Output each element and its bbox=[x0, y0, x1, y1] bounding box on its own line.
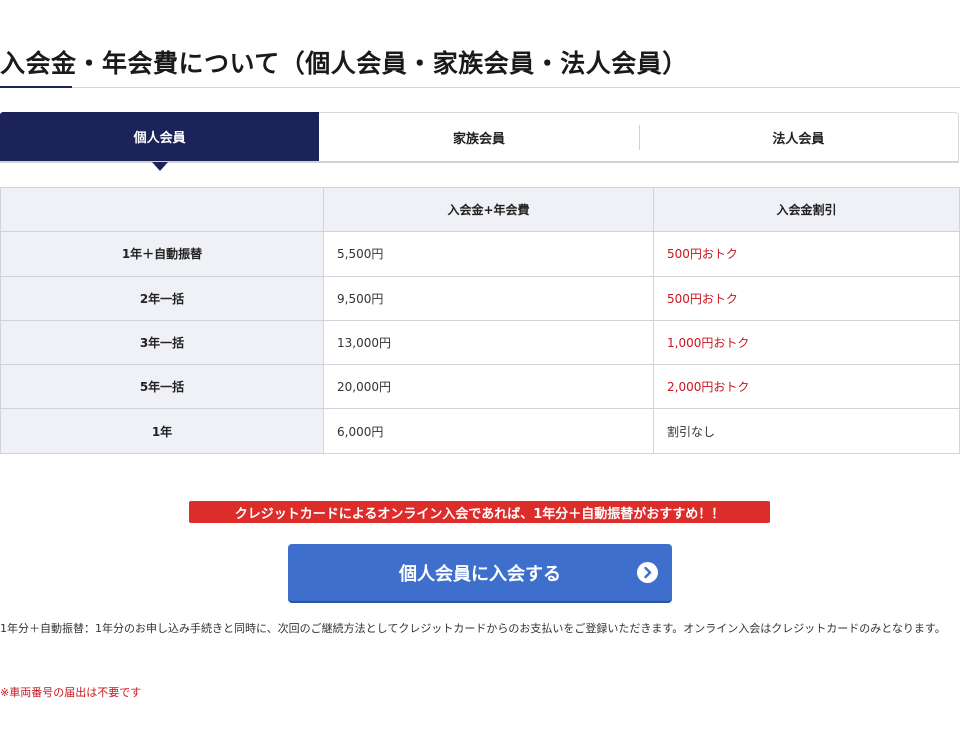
discount-cell: 500円おトク bbox=[653, 231, 960, 277]
table-row: 3年一括 13,000円 1,000円おトク bbox=[0, 319, 960, 366]
discount-cell: 2,000円おトク bbox=[653, 364, 960, 410]
tab-label: 個人会員 bbox=[133, 131, 186, 146]
join-button-label: 個人会員に入会する bbox=[399, 563, 561, 585]
plan-cell: 2年一括 bbox=[0, 275, 324, 321]
table-row: 5年一括 20,000円 2,000円おトク bbox=[0, 364, 960, 410]
discount-cell: 1,000円おトク bbox=[653, 319, 960, 366]
table-row: 1年 6,000円 割引なし bbox=[0, 408, 960, 454]
price-cell: 5,500円 bbox=[323, 231, 654, 277]
fee-table: 入会金+年会費 入会金割引 1年＋自動振替 5,500円 500円おトク 2年一… bbox=[0, 186, 960, 454]
price-cell: 6,000円 bbox=[323, 408, 654, 454]
tab-family[interactable]: 家族会員 bbox=[319, 113, 638, 161]
chevron-right-icon bbox=[637, 562, 658, 583]
tab-label: 法人会員 bbox=[772, 131, 825, 147]
table-header-price: 入会金+年会費 bbox=[323, 186, 654, 233]
table-header-plan bbox=[0, 186, 324, 233]
title-divider bbox=[0, 87, 960, 88]
discount-cell: 500円おトク bbox=[653, 275, 960, 321]
table-row: 1年＋自動振替 5,500円 500円おトク bbox=[0, 231, 960, 277]
auto-renewal-note: 1年分＋自動振替：1年分のお申し込み手続きと同時に、次回のご継続方法としてクレジ… bbox=[0, 622, 946, 635]
table-header-discount: 入会金割引 bbox=[653, 186, 960, 233]
tab-separator bbox=[638, 125, 640, 150]
title-divider-accent bbox=[0, 86, 72, 88]
join-individual-button[interactable]: 個人会員に入会する bbox=[288, 544, 672, 601]
tab-label: 家族会員 bbox=[452, 131, 505, 147]
table-header-row: 入会金+年会費 入会金割引 bbox=[0, 186, 960, 233]
page-title: 入会金・年会費について（個人会員・家族会員・法人会員） bbox=[0, 49, 688, 78]
plan-cell: 5年一括 bbox=[0, 364, 324, 410]
recommend-banner: クレジットカードによるオンライン入会であれば、1年分＋自動振替がおすすめ！！ bbox=[189, 501, 770, 523]
membership-tabs: 個人会員 家族会員 法人会員 bbox=[0, 112, 959, 171]
plan-cell: 1年＋自動振替 bbox=[0, 231, 324, 277]
table-row: 2年一括 9,500円 500円おトク bbox=[0, 275, 960, 321]
price-cell: 9,500円 bbox=[323, 275, 654, 321]
vehicle-number-notice: ※車両番号の届出は不要です bbox=[0, 686, 142, 699]
plan-cell: 1年 bbox=[0, 408, 324, 454]
price-cell: 13,000円 bbox=[323, 319, 654, 366]
tab-individual[interactable]: 個人会員 bbox=[0, 112, 320, 171]
price-cell: 20,000円 bbox=[323, 364, 654, 410]
plan-cell: 3年一括 bbox=[0, 319, 324, 366]
tab-corporate[interactable]: 法人会員 bbox=[638, 113, 958, 161]
discount-cell: 割引なし bbox=[653, 408, 960, 454]
